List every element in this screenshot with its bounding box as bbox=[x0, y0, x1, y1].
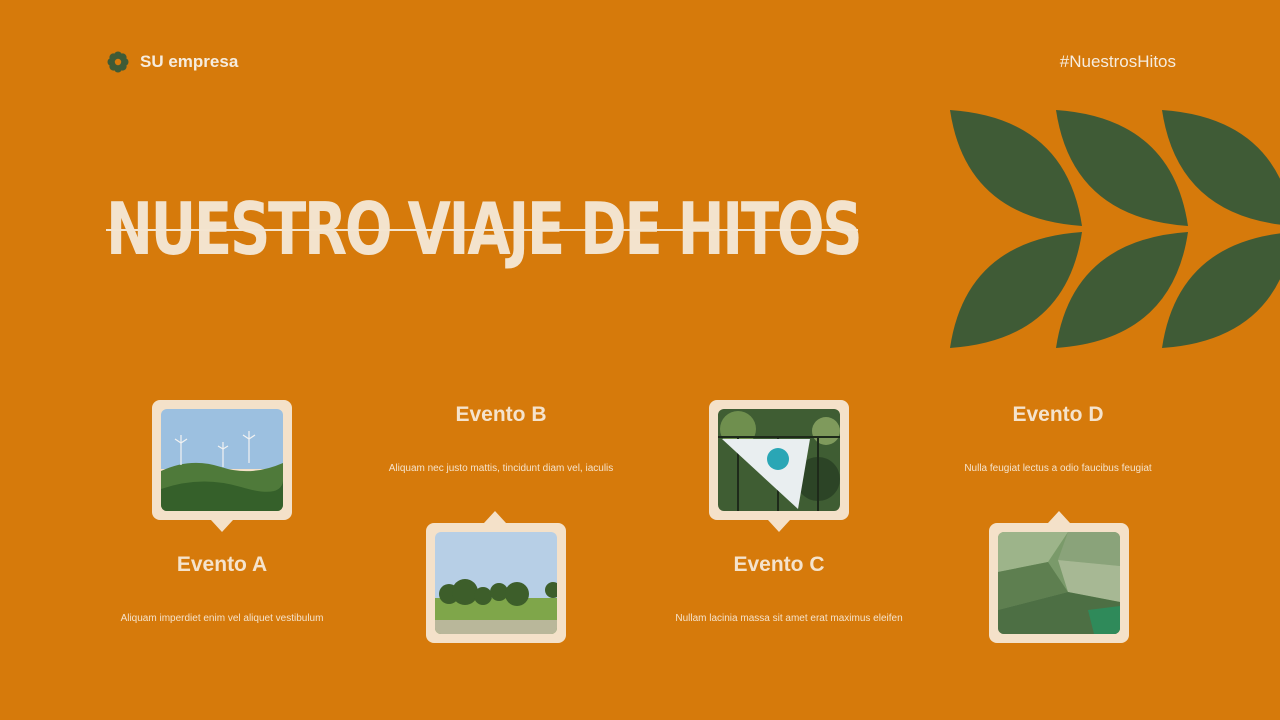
flower-icon bbox=[107, 51, 129, 73]
event-a-description: Aliquam imperdiet enim vel aliquet vesti… bbox=[120, 613, 324, 624]
title-strike-line bbox=[106, 229, 858, 231]
event-b-title: Evento B bbox=[455, 403, 547, 426]
event-d-pointer bbox=[1048, 511, 1070, 523]
event-c-description: Nullam lacinia massa sit amet erat maxim… bbox=[675, 613, 903, 624]
event-d-photo-card bbox=[989, 523, 1129, 643]
event-c-photo-card bbox=[709, 400, 849, 520]
event-d-description: Nulla feugiat lectus a odio faucibus feu… bbox=[964, 463, 1152, 474]
flag-banner-photo bbox=[718, 409, 840, 511]
event-a-title: Evento A bbox=[176, 553, 268, 576]
company-name: SU empresa bbox=[140, 52, 239, 71]
hashtag-label: #NuestrosHitos bbox=[1059, 52, 1176, 71]
event-a-photo-card bbox=[152, 400, 292, 520]
event-d-title: Evento D bbox=[1012, 403, 1104, 426]
event-b-pointer bbox=[484, 511, 506, 523]
event-c-title: Evento C bbox=[733, 553, 825, 576]
leaf-pattern-decoration bbox=[948, 110, 1280, 350]
event-c-pointer bbox=[768, 520, 790, 532]
event-a-pointer bbox=[211, 520, 233, 532]
event-b-description: Aliquam nec justo mattis, tincidunt diam… bbox=[388, 463, 614, 474]
aerial-fields-photo bbox=[998, 532, 1120, 634]
wind-turbines-hills-photo bbox=[161, 409, 283, 511]
trees-meadow-photo bbox=[435, 532, 557, 634]
event-b-photo-card bbox=[426, 523, 566, 643]
